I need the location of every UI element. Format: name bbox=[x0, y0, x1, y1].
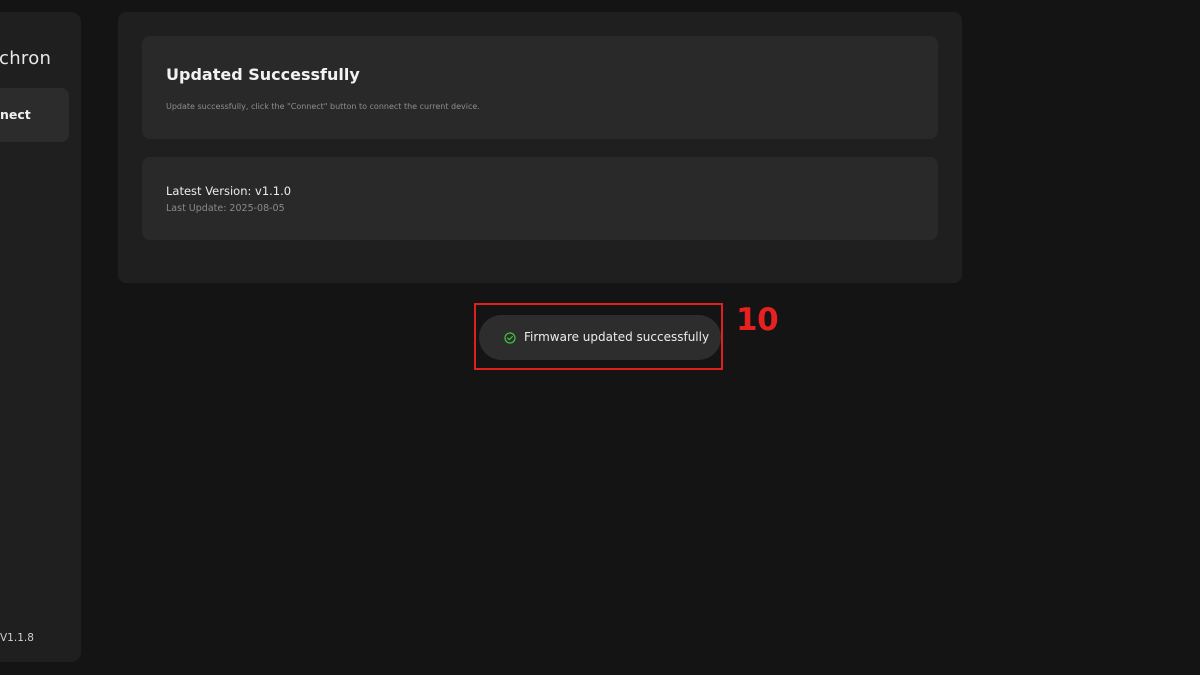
sidebar-item-connect[interactable]: nect bbox=[0, 88, 69, 142]
update-status-card: Updated Successfully Update successfully… bbox=[142, 36, 938, 139]
sidebar-item-label: nect bbox=[0, 107, 31, 122]
app-version: V1.1.8 bbox=[0, 632, 34, 644]
latest-version: Latest Version: v1.1.0 bbox=[166, 184, 292, 198]
update-status-title: Updated Successfully bbox=[166, 65, 360, 84]
annotation-highlight-box bbox=[474, 303, 723, 370]
version-info-card: Latest Version: v1.1.0 Last Update: 2025… bbox=[142, 157, 938, 240]
update-status-description: Update successfully, click the "Connect"… bbox=[166, 102, 480, 111]
sidebar: chron nect V1.1.8 bbox=[0, 12, 81, 662]
firmware-update-panel: Updated Successfully Update successfully… bbox=[118, 12, 962, 283]
last-update-date: Last Update: 2025-08-05 bbox=[166, 203, 285, 214]
brand-logo-text: chron bbox=[0, 48, 52, 69]
annotation-step-number: 10 bbox=[736, 302, 779, 338]
